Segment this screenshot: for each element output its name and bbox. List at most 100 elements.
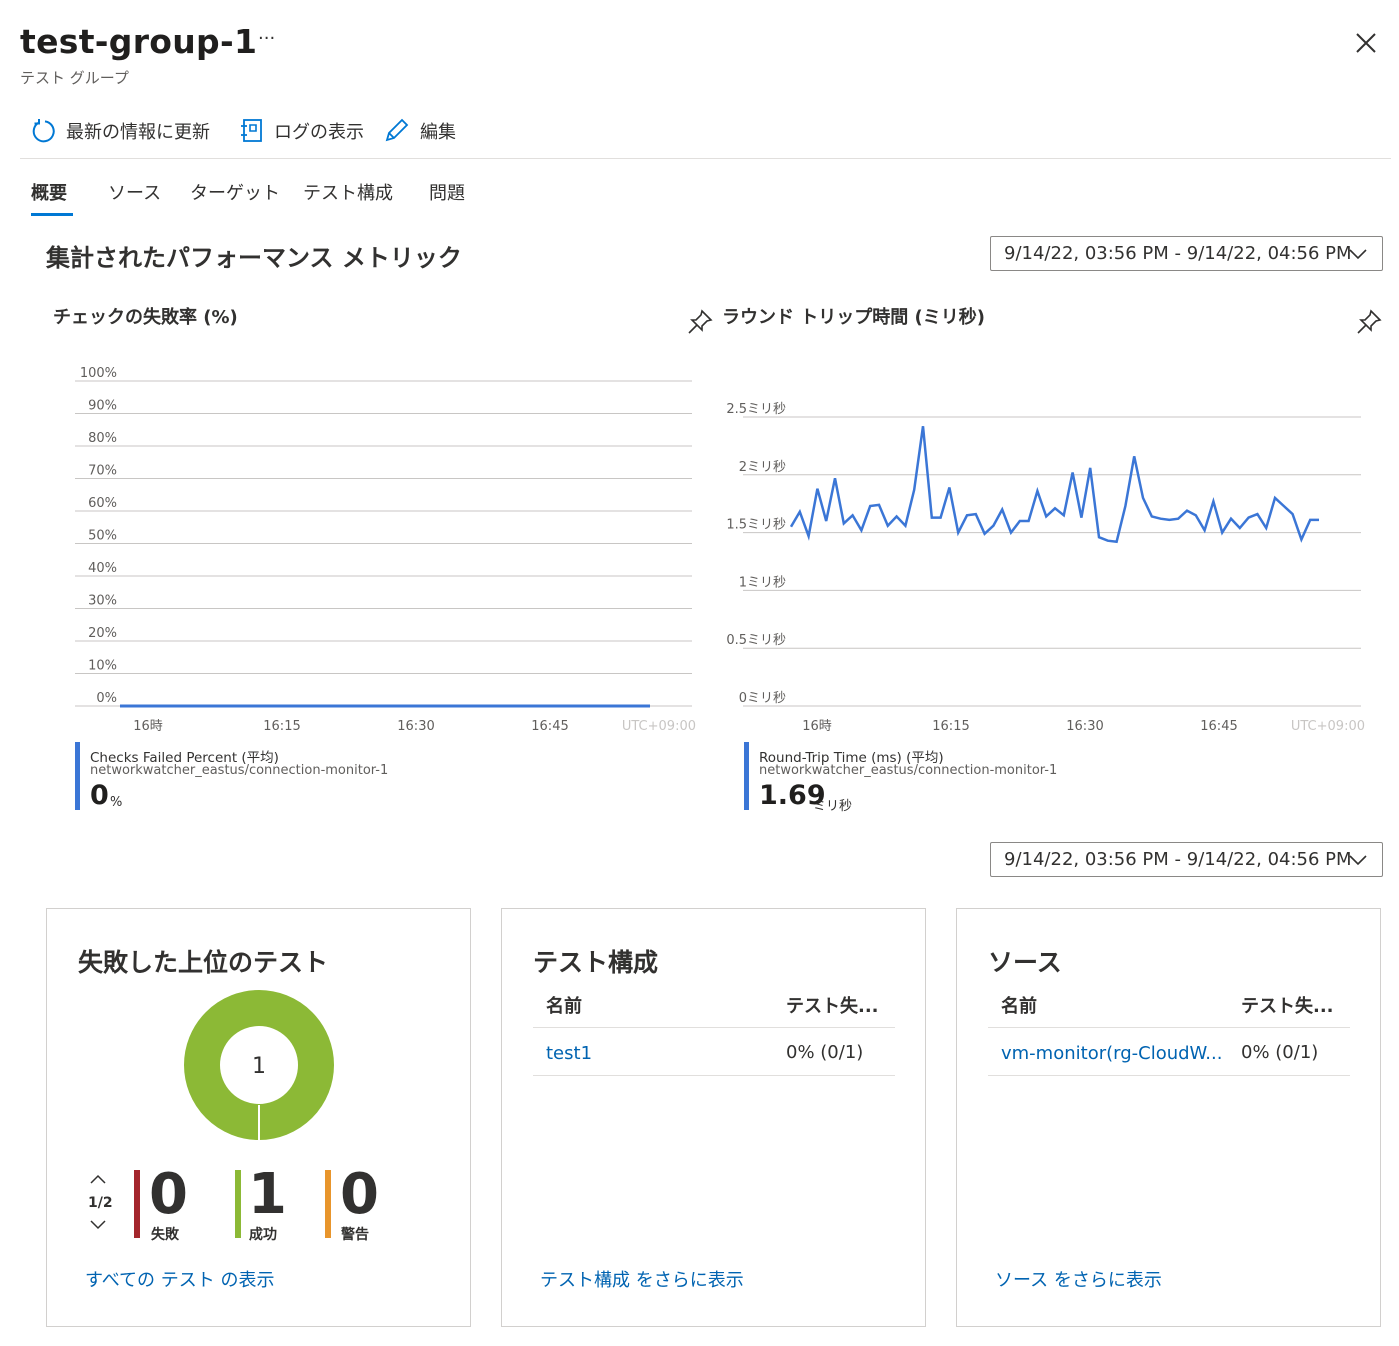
refresh-button[interactable]: 最新の情報に更新 <box>30 116 210 146</box>
y-tick-label: 40% <box>88 561 117 576</box>
refresh-icon <box>32 119 55 143</box>
time-range-value: 9/14/22, 03:56 PM - 9/14/22, 04:56 PM <box>1004 243 1352 264</box>
chevron-down-icon <box>1349 249 1367 260</box>
column-header-test-failed[interactable]: テスト失... <box>1241 992 1334 1018</box>
tests-time-range-value: 9/14/22, 03:56 PM - 9/14/22, 04:56 PM <box>1004 849 1352 870</box>
tests-time-range-dropdown[interactable]: 9/14/22, 03:56 PM - 9/14/22, 04:56 PM <box>990 842 1383 877</box>
failed-tests-title: 失敗した上位のテスト <box>78 948 329 977</box>
pin-icon <box>1357 309 1382 334</box>
tab-sources[interactable]: ソース <box>108 179 161 205</box>
more-sources-link[interactable]: ソース をさらに表示 <box>995 1266 1162 1292</box>
failed-percent-chart: 100% 90% 80% 70% 60% 50% 40% 30% 20% 10% 0% 16時 16:1… <box>75 366 696 734</box>
x-tick-label: 16:30 <box>397 719 434 734</box>
edit-label: 編集 <box>420 122 456 143</box>
view-logs-button[interactable]: ログの表示 <box>240 116 364 146</box>
tab-overview[interactable]: 概要 <box>31 179 67 205</box>
pencil-icon <box>385 118 409 142</box>
logs-icon <box>241 119 262 142</box>
timezone-label: UTC+09:00 <box>1291 719 1365 734</box>
x-tick-label: 16:15 <box>932 719 969 734</box>
failed-legend-unit: % <box>110 795 123 810</box>
y-tick-label: 30% <box>88 594 117 609</box>
y-tick-label: 20% <box>88 626 117 641</box>
success-stat-label: 成功 <box>249 1227 277 1243</box>
x-tick-label: 16時 <box>133 719 163 734</box>
chevron-down-icon[interactable] <box>89 1219 107 1231</box>
table-row-divider <box>533 1075 895 1076</box>
column-header-test-failed[interactable]: テスト失... <box>786 992 879 1018</box>
more-test-configs-link[interactable]: テスト構成 をさらに表示 <box>540 1266 744 1292</box>
command-bar: 最新の情報に更新 ログの表示 編集 <box>20 110 1391 159</box>
warning-stat-value: 0 <box>340 1162 379 1227</box>
y-tick-label: 60% <box>88 496 117 511</box>
table-header-divider <box>988 1027 1350 1028</box>
pin-icon <box>688 309 713 334</box>
column-header-name[interactable]: 名前 <box>546 992 582 1018</box>
y-tick-label: 10% <box>88 659 117 674</box>
test-config-title: テスト構成 <box>533 948 659 977</box>
pager-label: 1/2 <box>88 1195 113 1211</box>
failed-legend-value: 0 <box>90 780 109 811</box>
test-config-card: テスト構成 名前 テスト失... test1 0% (0/1) テスト構成 をさ… <box>501 908 926 1327</box>
failed-legend-source: networkwatcher_eastus/connection-monitor… <box>90 763 389 778</box>
edit-button[interactable]: 編集 <box>382 116 456 146</box>
table-row-fail-value: 0% (0/1) <box>786 1042 864 1063</box>
y-tick-label: 50% <box>88 529 117 544</box>
rtt-chart-title: ラウンド トリップ時間 (ミリ秒) <box>722 307 985 328</box>
failed-tests-card: 失敗した上位のテスト 1 1/2 0 失敗 1 成功 0 警告 すべての テスト… <box>46 908 471 1327</box>
page-title: test-group-1 <box>20 22 258 61</box>
close-icon <box>1356 33 1376 53</box>
y-tick-label: 70% <box>88 464 117 479</box>
table-row-name-link[interactable]: vm-monitor(rg-CloudW... <box>1001 1043 1222 1064</box>
donut-center-value: 1 <box>252 1054 266 1079</box>
x-tick-label: 16:45 <box>1200 719 1237 734</box>
y-tick-label: 1ミリ秒 <box>739 575 786 590</box>
table-header-divider <box>533 1027 895 1028</box>
chevron-down-icon <box>1349 855 1367 866</box>
x-tick-label: 16:15 <box>263 719 300 734</box>
table-row-fail-value: 0% (0/1) <box>1241 1042 1319 1063</box>
y-tick-label: 90% <box>88 399 117 414</box>
y-tick-label: 80% <box>88 431 117 446</box>
page-subtitle: テスト グループ <box>20 69 129 87</box>
table-row-divider <box>988 1075 1350 1076</box>
success-stat-value: 1 <box>248 1162 287 1227</box>
y-tick-label: 0ミリ秒 <box>739 691 786 706</box>
y-tick-label: 100% <box>80 366 117 381</box>
y-tick-label: 2ミリ秒 <box>739 460 786 475</box>
rtt-legend-source: networkwatcher_eastus/connection-monitor… <box>759 763 1058 778</box>
active-tab-indicator <box>31 213 73 216</box>
column-header-name[interactable]: 名前 <box>1001 992 1037 1018</box>
y-tick-label: 0% <box>96 691 117 706</box>
sources-card: ソース 名前 テスト失... vm-monitor(rg-CloudW... 0… <box>956 908 1381 1327</box>
pin-failed-chart-button[interactable] <box>686 308 714 336</box>
round-trip-chart: 2.5ミリ秒 2ミリ秒 1.5ミリ秒 1ミリ秒 0.5ミリ秒 0ミリ秒 16時 16:15 16… <box>726 402 1365 734</box>
more-options-button[interactable]: ··· <box>258 28 275 49</box>
y-tick-label: 1.5ミリ秒 <box>726 518 786 533</box>
view-all-tests-link[interactable]: すべての テスト の表示 <box>85 1266 274 1292</box>
rtt-legend-color <box>744 742 749 810</box>
series-line <box>789 426 1319 544</box>
failed-chart-title: チェックの失敗率 (%) <box>53 307 238 328</box>
tests-donut-chart: 1 <box>184 990 334 1141</box>
metrics-title: 集計されたパフォーマンス メトリック <box>46 244 462 272</box>
failed-stat-bar <box>134 1170 140 1238</box>
timezone-label: UTC+09:00 <box>622 719 696 734</box>
warning-stat-label: 警告 <box>341 1227 369 1243</box>
tab-test-configs[interactable]: テスト構成 <box>303 179 393 205</box>
x-tick-label: 16:45 <box>531 719 568 734</box>
failed-stat-label: 失敗 <box>151 1227 179 1243</box>
refresh-label: 最新の情報に更新 <box>66 122 210 143</box>
sources-title: ソース <box>988 948 1062 977</box>
pin-rtt-chart-button[interactable] <box>1355 308 1383 336</box>
table-row-name-link[interactable]: test1 <box>546 1043 592 1064</box>
x-tick-label: 16:30 <box>1066 719 1103 734</box>
view-logs-label: ログの表示 <box>274 122 364 143</box>
success-stat-bar <box>235 1170 241 1238</box>
tab-issues[interactable]: 問題 <box>429 179 465 205</box>
tab-targets[interactable]: ターゲット <box>190 179 280 205</box>
close-button[interactable] <box>1353 30 1379 56</box>
warning-stat-bar <box>325 1170 331 1238</box>
chevron-up-icon[interactable] <box>89 1173 107 1185</box>
time-range-dropdown[interactable]: 9/14/22, 03:56 PM - 9/14/22, 04:56 PM <box>990 236 1383 271</box>
